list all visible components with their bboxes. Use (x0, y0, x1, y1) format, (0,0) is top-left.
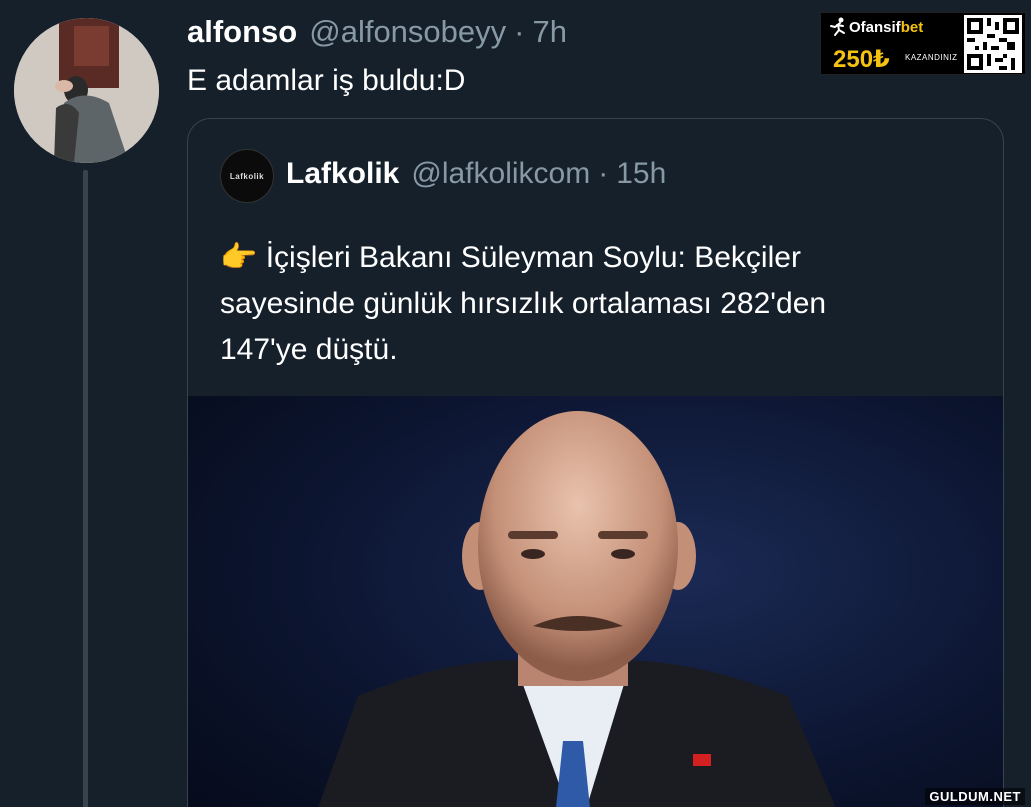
qr-code-icon (964, 15, 1022, 73)
quoted-tweet-header: Lafkolik @lafkolikcom · 15h (286, 157, 666, 191)
quoted-tweet-card[interactable]: Lafkolik Lafkolik @lafkolikcom · 15h 👉 İ… (187, 118, 1004, 807)
ad-banner[interactable]: Ofansifbet 250₺ KAZANDINIZ (820, 12, 1026, 75)
site-watermark: GULDUM.NET (925, 788, 1025, 805)
ad-subtext: KAZANDINIZ (905, 53, 958, 62)
quoted-tweet-image[interactable] (188, 396, 1003, 807)
thread-line (83, 170, 88, 807)
quoted-text-line: 147'ye düştü. (220, 333, 398, 366)
runner-icon (829, 17, 847, 42)
separator-dot: · (514, 14, 525, 49)
avatar-photo-icon (14, 18, 159, 163)
display-name[interactable]: alfonso (187, 14, 297, 50)
quoted-text-line: 👉 İçişleri Bakanı Süleyman Soylu: Bekçil… (220, 241, 801, 274)
lafkolik-logo-icon: Lafkolik (229, 171, 265, 181)
quoted-timestamp[interactable]: 15h (616, 157, 666, 191)
tweet-page: alfonso @alfonsobeyy · 7h E adamlar iş b… (0, 0, 1031, 807)
user-avatar[interactable] (14, 18, 159, 163)
ad-amount: 250₺ (833, 46, 890, 73)
quoted-display-name[interactable]: Lafkolik (286, 157, 399, 191)
pointing-hand-icon: 👉 (220, 241, 258, 274)
tweet-text: E adamlar iş buldu:D (187, 64, 466, 97)
quoted-text-line: sayesinde günlük hırsızlık ortalaması 28… (220, 287, 827, 320)
tweet-timestamp[interactable]: 7h (532, 14, 566, 50)
ad-brand: Ofansifbet (849, 19, 924, 36)
quoted-tweet-text: 👉 İçişleri Bakanı Süleyman Soylu: Bekçil… (220, 235, 980, 373)
quoted-user-handle[interactable]: @lafkolikcom (411, 157, 590, 191)
tweet-header: alfonso @alfonsobeyy · 7h (187, 14, 567, 50)
separator-dot: · (598, 157, 609, 190)
user-handle[interactable]: @alfonsobeyy (309, 14, 506, 50)
portrait-photo-icon (318, 411, 836, 807)
quoted-user-avatar[interactable]: Lafkolik (220, 149, 274, 203)
